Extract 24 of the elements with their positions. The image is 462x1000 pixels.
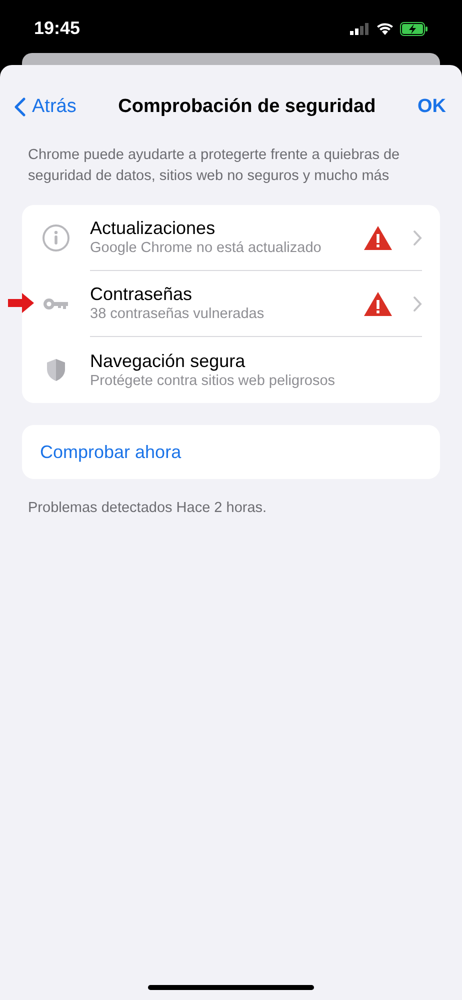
- check-row[interactable]: Contraseñas 38 contraseñas vulneradas: [22, 271, 440, 337]
- check-title: Navegación segura: [90, 350, 246, 372]
- check-subtitle: Google Chrome no está actualizado: [90, 239, 322, 258]
- description-text: Chrome puede ayudarte a protegerte frente a quiebras de seguridad de datos, sitios web no seguros y mucho más: [28, 146, 401, 186]
- ok-button[interactable]: OK: [417, 92, 448, 122]
- signal-icon: [350, 22, 370, 34]
- battery-icon: [400, 22, 428, 36]
- check-now-button[interactable]: Comprobar ahora: [22, 425, 440, 479]
- back-chevron-icon: [14, 97, 26, 117]
- check-row[interactable]: Actualizaciones Google Chrome no está actualizado: [22, 205, 440, 271]
- check-title: Actualizaciones: [90, 217, 216, 239]
- back-button[interactable]: Atrás: [14, 92, 76, 122]
- info-icon: [42, 224, 70, 252]
- wifi-icon: [376, 22, 394, 35]
- status-text: Problemas detectados Hace 2 horas.: [28, 499, 268, 518]
- check-title: Contraseñas: [90, 283, 194, 305]
- shield-icon: [46, 358, 66, 382]
- check-subtitle: Protégete contra sitios web peligrosos: [90, 372, 336, 390]
- check-subtitle: 38 contraseñas vulneradas: [90, 305, 266, 324]
- screen-title: Comprobación de seguridad: [118, 94, 376, 119]
- annotation-arrow-icon: [8, 293, 34, 313]
- status-time: 19:45: [34, 17, 80, 40]
- key-icon: [43, 297, 69, 311]
- check-row[interactable]: Navegación segura Protégete contra sitios web peligrosos: [22, 337, 440, 403]
